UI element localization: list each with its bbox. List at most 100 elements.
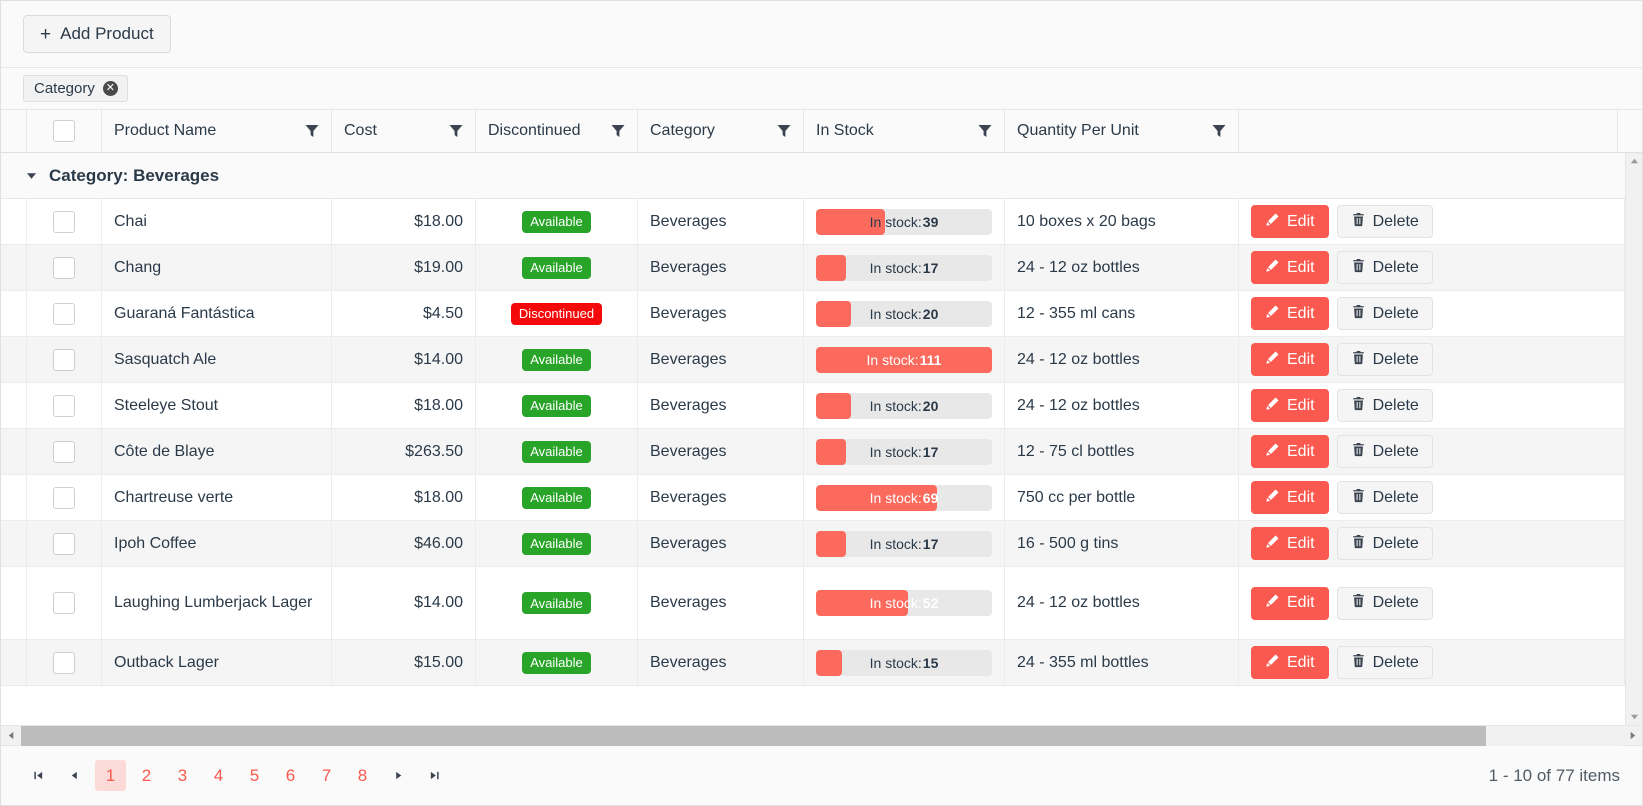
delete-button[interactable]: Delete [1336, 435, 1433, 468]
chevron-down-icon[interactable] [23, 168, 39, 184]
cell-in-stock: In stock: 39 [804, 199, 1005, 244]
pager-page-3[interactable]: 3 [167, 760, 198, 791]
row-checkbox[interactable] [53, 348, 75, 371]
delete-button[interactable]: Delete [1336, 481, 1433, 514]
pager-prev-button[interactable] [59, 760, 90, 791]
row-select-cell [27, 383, 102, 428]
stock-progress-bar[interactable]: In stock: 39 [816, 208, 992, 235]
cell-actions: Edit Delete [1239, 199, 1625, 244]
delete-button[interactable]: Delete [1336, 343, 1433, 376]
stock-progress-bar[interactable]: In stock: 52 [816, 590, 992, 616]
table-row[interactable]: Chai $18.00 Available Beverages In stock: 39 1… [1, 199, 1625, 245]
row-checkbox[interactable] [53, 302, 75, 325]
vertical-scrollbar[interactable] [1625, 153, 1642, 725]
pager-page-7[interactable]: 7 [311, 760, 342, 791]
row-checkbox[interactable] [53, 256, 75, 279]
header-quantity-per-unit[interactable]: Quantity Per Unit [1005, 110, 1239, 152]
status-badge: Available [522, 210, 591, 233]
header-product-name[interactable]: Product Name [102, 110, 332, 152]
stock-progress-bar[interactable]: In stock: 15 [816, 649, 992, 676]
close-icon[interactable]: ✕ [102, 81, 118, 96]
stock-progress-bar[interactable]: In stock: 111 [816, 346, 992, 373]
table-row[interactable]: Outback Lager $15.00 Available Beverages In … [1, 640, 1625, 686]
stock-progress-bar[interactable]: In stock: 20 [816, 392, 992, 419]
delete-button[interactable]: Delete [1336, 251, 1433, 284]
edit-button[interactable]: Edit [1251, 297, 1329, 330]
edit-button[interactable]: Edit [1251, 481, 1329, 514]
edit-button[interactable]: Edit [1251, 389, 1329, 422]
delete-label: Delete [1372, 396, 1419, 414]
select-all-checkbox[interactable] [53, 120, 75, 142]
row-grip-cell [1, 199, 27, 244]
delete-button[interactable]: Delete [1336, 297, 1433, 330]
row-grip-cell [1, 521, 27, 566]
filter-icon[interactable] [449, 124, 463, 138]
header-category[interactable]: Category [638, 110, 804, 152]
pager-last-button[interactable] [419, 760, 450, 791]
header-cost[interactable]: Cost [332, 110, 476, 152]
stock-progress-bar[interactable]: In stock: 17 [816, 254, 992, 281]
edit-button[interactable]: Edit [1251, 343, 1329, 376]
pager-page-8[interactable]: 8 [347, 760, 378, 791]
delete-button[interactable]: Delete [1336, 389, 1433, 422]
pager-first-button[interactable] [23, 760, 54, 791]
table-row[interactable]: Sasquatch Ale $14.00 Available Beverages In … [1, 337, 1625, 383]
table-row[interactable]: Laughing Lumberjack Lager $14.00 Available… [1, 567, 1625, 640]
stock-progress-bar[interactable]: In stock: 69 [816, 484, 992, 511]
cell-cost: $263.50 [332, 429, 476, 474]
stock-progress-bar[interactable]: In stock: 20 [816, 300, 992, 327]
row-checkbox[interactable] [53, 532, 75, 555]
edit-button[interactable]: Edit [1251, 251, 1329, 284]
edit-label: Edit [1287, 534, 1315, 552]
pager-page-4[interactable]: 4 [203, 760, 234, 791]
edit-button[interactable]: Edit [1251, 646, 1329, 679]
stock-progress-label: In stock: 20 [869, 305, 939, 322]
table-row[interactable]: Ipoh Coffee $46.00 Available Beverages In st… [1, 521, 1625, 567]
stock-progress-bar[interactable]: In stock: 17 [816, 530, 992, 557]
pager-page-6[interactable]: 6 [275, 760, 306, 791]
header-discontinued[interactable]: Discontinued [476, 110, 638, 152]
group-header-row[interactable]: Category: Beverages [1, 153, 1625, 199]
pager-page-2[interactable]: 2 [131, 760, 162, 791]
horizontal-scroll-track[interactable] [21, 725, 1622, 746]
table-row[interactable]: Chang $19.00 Available Beverages In stock: 17… [1, 245, 1625, 291]
horizontal-scrollbar[interactable] [1, 725, 1642, 746]
scroll-right-icon[interactable] [1622, 731, 1642, 740]
horizontal-scroll-thumb[interactable] [21, 725, 1486, 746]
delete-button[interactable]: Delete [1336, 646, 1433, 679]
filter-icon[interactable] [611, 124, 625, 138]
group-chip-category[interactable]: Category ✕ [23, 75, 128, 102]
row-checkbox[interactable] [53, 440, 75, 463]
table-row[interactable]: Chartreuse verte $18.00 Available Beverages… [1, 475, 1625, 521]
delete-button[interactable]: Delete [1336, 586, 1433, 620]
row-checkbox[interactable] [53, 486, 75, 509]
table-row[interactable]: Steeleye Stout $18.00 Available Beverages In… [1, 383, 1625, 429]
table-row[interactable]: Guaraná Fantástica $4.50 Discontinued Bever… [1, 291, 1625, 337]
pager-page-1[interactable]: 1 [95, 760, 126, 791]
delete-button[interactable]: Delete [1336, 527, 1433, 560]
filter-icon[interactable] [1212, 124, 1226, 138]
filter-icon[interactable] [777, 124, 791, 138]
scroll-up-icon[interactable] [1626, 153, 1642, 170]
stock-progress-bar[interactable]: In stock: 17 [816, 438, 992, 465]
cell-actions: Edit Delete [1239, 567, 1625, 639]
row-checkbox[interactable] [53, 210, 75, 233]
add-product-button[interactable]: + Add Product [23, 15, 171, 53]
filter-icon[interactable] [978, 124, 992, 138]
delete-button[interactable]: Delete [1336, 205, 1433, 238]
row-checkbox[interactable] [53, 394, 75, 417]
filter-icon[interactable] [305, 124, 319, 138]
edit-button[interactable]: Edit [1251, 205, 1329, 238]
scroll-down-icon[interactable] [1626, 708, 1642, 725]
table-row[interactable]: Côte de Blaye $263.50 Available Beverages In… [1, 429, 1625, 475]
header-in-stock[interactable]: In Stock [804, 110, 1005, 152]
edit-button[interactable]: Edit [1251, 527, 1329, 560]
edit-label: Edit [1287, 350, 1315, 368]
row-checkbox[interactable] [53, 651, 75, 674]
edit-button[interactable]: Edit [1251, 435, 1329, 468]
pager-page-5[interactable]: 5 [239, 760, 270, 791]
edit-button[interactable]: Edit [1251, 586, 1329, 620]
row-checkbox[interactable] [53, 592, 75, 614]
scroll-left-icon[interactable] [1, 731, 21, 740]
pager-next-button[interactable] [383, 760, 414, 791]
